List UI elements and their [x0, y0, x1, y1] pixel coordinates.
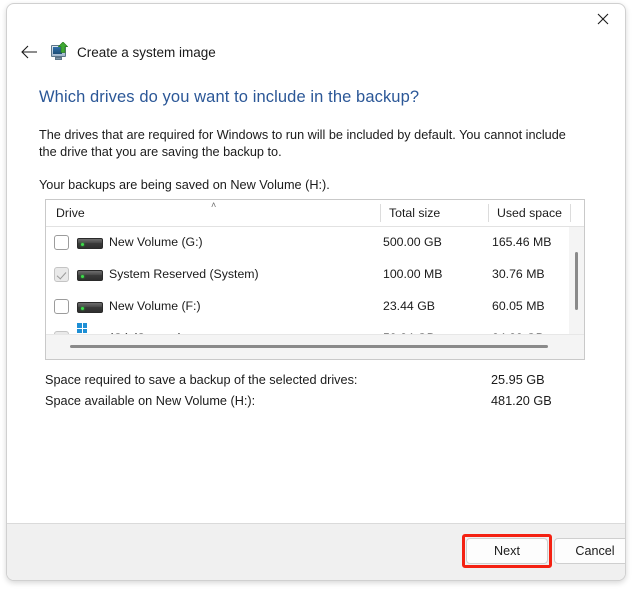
- next-button[interactable]: Next: [466, 538, 548, 564]
- drive-used-space: 30.76 MB: [492, 267, 545, 281]
- back-button[interactable]: [14, 37, 44, 67]
- back-arrow-icon: [20, 45, 37, 59]
- scrollbar-corner: [569, 335, 584, 359]
- drive-total-size: 500.00 GB: [383, 235, 442, 249]
- close-button[interactable]: [581, 4, 625, 34]
- page-title: Which drives do you want to include in t…: [39, 88, 420, 106]
- space-available-label: Space available on New Volume (H:):: [45, 394, 256, 408]
- table-row[interactable]: System Reserved (System) 100.00 MB 30.76…: [46, 259, 584, 291]
- column-divider[interactable]: [570, 204, 571, 222]
- hard-drive-icon: [77, 302, 103, 313]
- space-available-value: 481.20 GB: [491, 394, 552, 408]
- space-summary: Space required to save a backup of the s…: [45, 373, 585, 415]
- column-header-used-space[interactable]: Used space: [497, 206, 562, 220]
- column-header-total-size[interactable]: Total size: [389, 206, 440, 220]
- system-image-monitor-icon: [49, 42, 69, 62]
- close-icon: [597, 13, 609, 25]
- space-required-label: Space required to save a backup of the s…: [45, 373, 358, 387]
- green-up-arrow-icon: [58, 42, 68, 53]
- drive-checkbox[interactable]: [54, 235, 69, 250]
- horizontal-scrollbar-thumb[interactable]: [70, 345, 548, 348]
- vertical-scrollbar-thumb[interactable]: [575, 252, 578, 310]
- drive-checkbox[interactable]: [54, 299, 69, 314]
- drive-checkbox: [54, 267, 69, 282]
- windows-logo-icon: [77, 323, 88, 334]
- cancel-button[interactable]: Cancel: [554, 538, 625, 564]
- drive-total-size: 100.00 MB: [383, 267, 443, 281]
- dialog-footer: Next Cancel: [7, 523, 625, 580]
- drive-used-space: 60.05 MB: [492, 299, 545, 313]
- drive-list-header: Drive ˄ Total size Used space: [46, 200, 584, 227]
- column-divider[interactable]: [488, 204, 489, 222]
- content-area: Which drives do you want to include in t…: [7, 70, 625, 524]
- table-row[interactable]: New Volume (F:) 23.44 GB 60.05 MB: [46, 291, 584, 323]
- drive-used-space: 165.46 MB: [492, 235, 552, 249]
- hard-drive-icon: [77, 238, 103, 249]
- create-system-image-window: Create a system image Which drives do yo…: [6, 3, 626, 581]
- space-available-row: Space available on New Volume (H:): 481.…: [45, 394, 585, 415]
- sort-ascending-icon: ˄: [211, 200, 217, 210]
- drive-name: New Volume (F:): [109, 299, 201, 313]
- horizontal-scrollbar[interactable]: [46, 334, 584, 359]
- window-title: Create a system image: [77, 44, 216, 60]
- space-required-value: 25.95 GB: [491, 373, 545, 387]
- vertical-scrollbar[interactable]: [569, 227, 584, 335]
- hard-drive-icon: [77, 270, 103, 281]
- drive-name: New Volume (G:): [109, 235, 203, 249]
- drive-name: System Reserved (System): [109, 267, 259, 281]
- column-header-drive[interactable]: Drive: [56, 206, 85, 220]
- backup-location-text: Your backups are being saved on New Volu…: [39, 178, 330, 192]
- title-bar: [7, 4, 625, 34]
- drive-list-rows: New Volume (G:) 500.00 GB 165.46 MB Syst…: [46, 227, 584, 335]
- space-required-row: Space required to save a backup of the s…: [45, 373, 585, 394]
- page-description: The drives that are required for Windows…: [39, 128, 566, 159]
- column-divider[interactable]: [380, 204, 381, 222]
- drive-list[interactable]: Drive ˄ Total size Used space New Volume…: [45, 199, 585, 360]
- drive-total-size: 23.44 GB: [383, 299, 435, 313]
- nav-row: Create a system image: [7, 34, 625, 70]
- table-row[interactable]: New Volume (G:) 500.00 GB 165.46 MB: [46, 227, 584, 259]
